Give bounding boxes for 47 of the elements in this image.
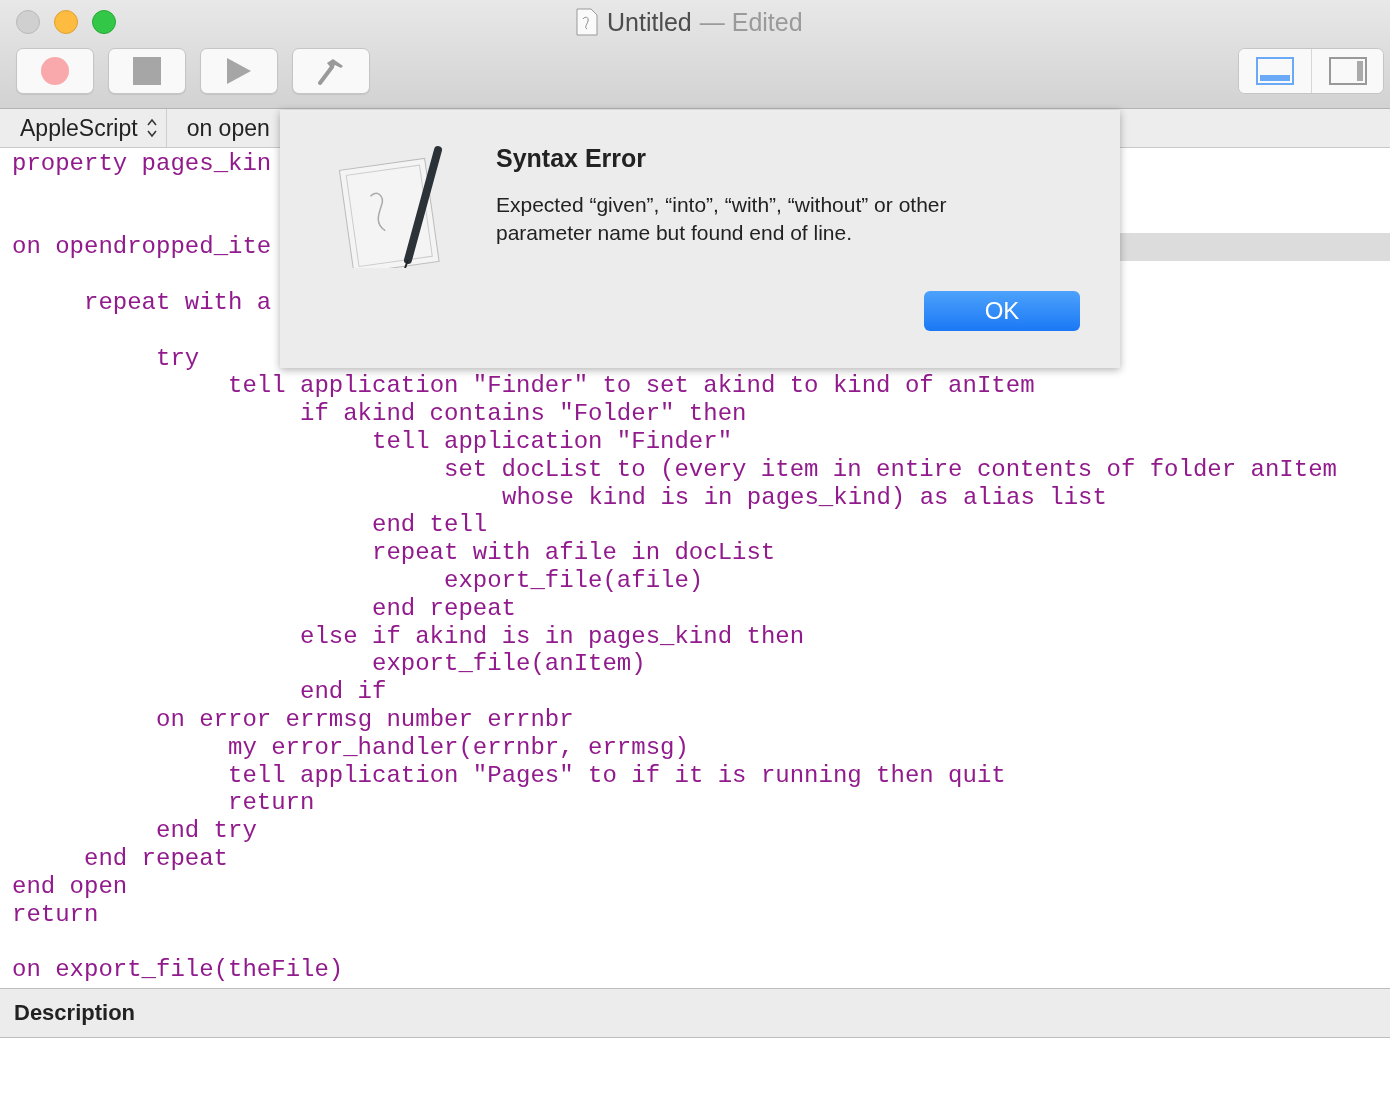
- code-line: property pages_kin: [11, 150, 272, 178]
- description-title: Description: [14, 1000, 136, 1026]
- compile-button[interactable]: [292, 48, 370, 94]
- code-line: tell application "Finder": [371, 427, 733, 456]
- code-line: end repeat: [83, 844, 229, 873]
- alert-message: Expected “given”, “into”, “with”, “without” or other parameter name but found end of line.: [496, 192, 948, 246]
- code-line: on error errmsg number errnbr: [155, 705, 574, 734]
- side-pane-icon: [1328, 57, 1367, 85]
- code-line: set docList to (every item in entire contents of folder anItem whose kind is in pages_kind) as alias list: [443, 455, 1338, 512]
- zoom-button[interactable]: [92, 10, 116, 34]
- code-line: repeat with a: [83, 289, 272, 317]
- code-line: export_file(anItem): [371, 650, 646, 679]
- code-line: export_file(afile): [443, 566, 704, 595]
- window-title: Untitled: [607, 7, 692, 37]
- run-button[interactable]: [200, 48, 278, 94]
- side-pane-button[interactable]: [1311, 49, 1383, 93]
- updown-chevron-icon: [145, 117, 158, 139]
- language-popup[interactable]: AppleScript: [0, 109, 167, 147]
- play-icon: [226, 57, 252, 85]
- code-line: tell application "Pages" to if it is running then quit: [227, 761, 1006, 790]
- close-button[interactable]: [16, 10, 40, 34]
- minimize-button[interactable]: [54, 10, 78, 34]
- code-line: end if: [299, 678, 387, 706]
- code-line: return: [227, 789, 315, 818]
- code-line: end try: [155, 817, 258, 845]
- code-line: on export_file(theFile): [11, 956, 345, 984]
- code-line: try: [155, 344, 201, 373]
- code-line: tell application "Finder" to set akind to kind of anItem: [227, 372, 1035, 401]
- stop-icon: [133, 57, 161, 85]
- hammer-icon: [317, 57, 345, 85]
- handler-popup[interactable]: on open: [166, 109, 278, 147]
- code-line: on opendropped_ite: [11, 233, 273, 262]
- code-line: end open: [11, 872, 128, 901]
- record-button[interactable]: [16, 48, 94, 94]
- code-line: repeat with afile in docList: [371, 539, 776, 567]
- bottom-pane-icon: [1256, 57, 1294, 85]
- code-line: if akind contains "Folder" then: [299, 400, 747, 428]
- code-line: else if akind is in pages_kind then: [299, 622, 805, 651]
- alert-title: Syntax Error: [496, 144, 648, 173]
- record-icon: [40, 56, 70, 86]
- code-line: end repeat: [371, 594, 517, 623]
- code-line: end tell: [371, 511, 488, 540]
- edited-status: — Edited: [699, 7, 803, 37]
- stop-button[interactable]: [108, 48, 186, 94]
- code-line: return: [11, 900, 99, 929]
- script-document-icon: [575, 7, 599, 37]
- code-line: my error_handler(errnbr, errmsg): [227, 733, 689, 762]
